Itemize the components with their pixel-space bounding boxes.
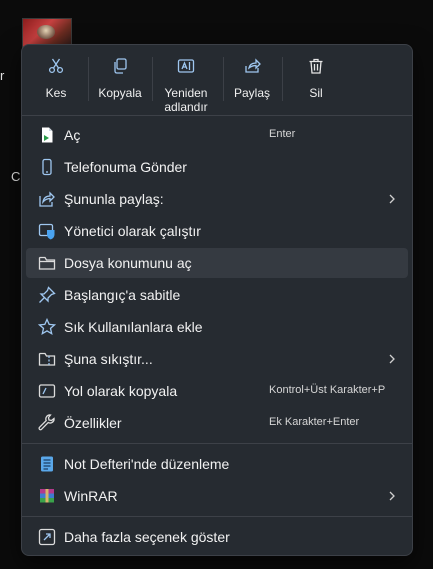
delete-button-label: Sil xyxy=(309,86,323,100)
menu-item-label: Sık Kullanılanlara ekle xyxy=(64,319,203,335)
menu-item-label: Şuna sıkıştır... xyxy=(64,351,153,367)
menu-item-send-to-phone[interactable]: Telefonuma Gönder xyxy=(26,152,408,182)
menu-item-open-file-location[interactable]: Dosya konumunu aç xyxy=(26,248,408,278)
cut-button[interactable]: Kes xyxy=(34,51,78,111)
share-with-icon xyxy=(38,190,56,208)
menu-item-properties[interactable]: Özellikler Ek Karakter+Enter xyxy=(26,408,408,438)
copy-button-label: Kopyala xyxy=(98,86,142,100)
admin-shield-icon xyxy=(38,222,56,240)
menu-separator xyxy=(22,115,412,116)
share-button[interactable]: Paylaş xyxy=(230,51,274,111)
menu-item-show-more-options[interactable]: Daha fazla seçenek göster xyxy=(26,522,408,552)
menu-item-copy-as-path[interactable]: Yol olarak kopyala Kontrol+Üst Karakter+… xyxy=(26,376,408,406)
menu-item-winrar[interactable]: WinRAR xyxy=(26,481,408,511)
wrench-icon xyxy=(38,414,56,432)
toolbar-divider xyxy=(282,57,283,101)
copy-button[interactable]: Kopyala xyxy=(94,51,146,111)
menu-item-edit-in-notepad[interactable]: Not Defteri'nde düzenleme xyxy=(26,449,408,479)
cut-button-label: Kes xyxy=(45,86,67,100)
chevron-right-icon xyxy=(386,489,398,503)
chevron-right-icon xyxy=(386,352,398,366)
scissors-icon xyxy=(47,51,65,86)
menu-item-label: Yol olarak kopyala xyxy=(64,383,178,399)
menu-item-add-to-favorites[interactable]: Sık Kullanılanlara ekle xyxy=(26,312,408,342)
rename-button[interactable]: Yeniden adlandır xyxy=(153,51,219,114)
menu-item-label: Dosya konumunu aç xyxy=(64,255,192,271)
menu-item-label: Aç xyxy=(64,127,81,143)
menu-item-open[interactable]: Aç Enter xyxy=(26,120,408,150)
menu-item-shortcut: Ek Karakter+Enter xyxy=(269,416,360,428)
desktop-label-fragment: r xyxy=(0,68,5,83)
menu-item-share-with[interactable]: Şununla paylaş: xyxy=(26,184,408,214)
pin-icon xyxy=(38,286,56,304)
menu-item-run-as-admin[interactable]: Yönetici olarak çalıştır xyxy=(26,216,408,246)
copy-icon xyxy=(111,51,129,86)
menu-item-pin-to-start[interactable]: Başlangıç'a sabitle xyxy=(26,280,408,310)
context-menu: Kes Kopyala Yeniden adlandır Paylaş Sil … xyxy=(21,44,413,556)
menu-separator xyxy=(22,516,412,517)
menu-item-label: WinRAR xyxy=(64,488,118,504)
context-menu-toolbar: Kes Kopyala Yeniden adlandır Paylaş Sil xyxy=(22,45,412,115)
toolbar-divider xyxy=(223,57,224,101)
menu-item-shortcut: Enter xyxy=(269,128,296,140)
open-file-icon xyxy=(38,126,56,144)
chevron-right-icon xyxy=(386,192,398,206)
toolbar-divider xyxy=(88,57,89,101)
menu-separator xyxy=(22,443,412,444)
menu-item-label: Not Defteri'nde düzenleme xyxy=(64,456,230,472)
menu-item-label: Başlangıç'a sabitle xyxy=(64,287,181,303)
menu-item-label: Telefonuma Gönder xyxy=(64,159,187,175)
share-icon xyxy=(243,51,261,86)
rename-icon xyxy=(177,51,195,86)
folder-icon xyxy=(38,254,56,272)
compress-folder-icon xyxy=(38,350,56,368)
star-icon xyxy=(38,318,56,336)
menu-item-shortcut: Kontrol+Üst Karakter+P xyxy=(269,384,386,396)
delete-button[interactable]: Sil xyxy=(294,51,338,111)
menu-item-label: Daha fazla seçenek göster xyxy=(64,529,230,545)
rename-button-label: Yeniden adlandır xyxy=(164,86,208,114)
menu-item-label: Şununla paylaş: xyxy=(64,191,164,207)
more-options-icon xyxy=(38,528,56,546)
phone-icon xyxy=(38,158,56,176)
menu-item-label: Yönetici olarak çalıştır xyxy=(64,223,201,239)
copy-path-icon xyxy=(38,382,56,400)
menu-item-label: Özellikler xyxy=(64,415,122,431)
notepad-icon xyxy=(38,455,56,473)
share-button-label: Paylaş xyxy=(233,86,271,100)
menu-item-compress-to[interactable]: Şuna sıkıştır... xyxy=(26,344,408,374)
trash-icon xyxy=(307,51,325,86)
winrar-icon xyxy=(38,487,56,505)
